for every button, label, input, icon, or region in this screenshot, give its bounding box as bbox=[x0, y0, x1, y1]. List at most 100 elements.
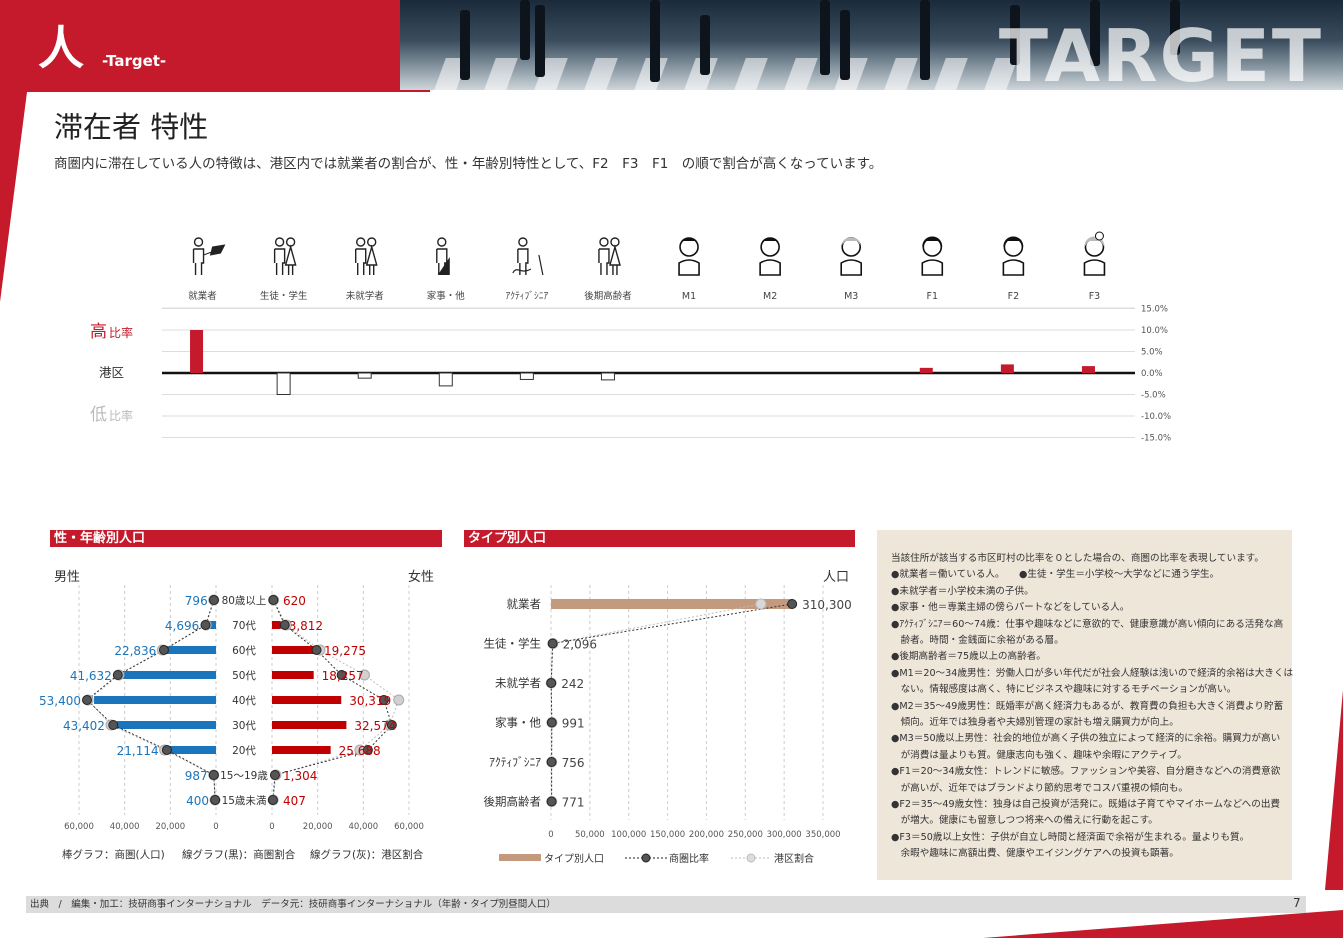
pyramid-female-bar bbox=[272, 696, 342, 704]
note-line: が増大。健康にも留意しつつ将来への備えに行動を起こす。 bbox=[891, 815, 1158, 827]
f3-icon bbox=[1083, 231, 1106, 276]
page-title: 滞在者 特性 bbox=[54, 110, 209, 144]
typepop-chart: 人口 0 50,000 100,000 150,000 200,000 250,000 300… bbox=[484, 570, 852, 865]
pyramid-female-tick: 20,000 bbox=[303, 822, 333, 832]
typepop-black-point bbox=[546, 678, 557, 688]
pyramid-female-value: 3,812 bbox=[289, 619, 323, 633]
typepop-legend-black: 商圏比率 bbox=[669, 852, 709, 865]
typepop-black-point bbox=[547, 638, 558, 649]
pyramid-male-bar bbox=[167, 746, 216, 754]
note-line: ●M1＝20〜34歳男性：労働人口が多い年代だが社会人経験は浅いので経済的余裕は… bbox=[891, 667, 1294, 679]
typepop-category-label: 後期高齢者 bbox=[484, 795, 542, 809]
pyramid-age-label: 40代 bbox=[232, 695, 256, 707]
pyramid-female-value: 620 bbox=[283, 594, 306, 608]
pyramid-male-value: 21,114 bbox=[117, 744, 159, 758]
typepop-tick: 200,000 bbox=[689, 830, 724, 840]
male-label: 男性 bbox=[54, 570, 80, 585]
ratio-category-label: 後期高齢者 bbox=[584, 290, 632, 302]
pyramid-female-value: 407 bbox=[283, 794, 306, 808]
m2-icon bbox=[759, 237, 781, 276]
typepop-header: タイプ別人口 bbox=[464, 530, 855, 547]
elderly-icon bbox=[598, 237, 621, 275]
pyramid-male-tick: 20,000 bbox=[155, 822, 185, 832]
ratio-tick-label: 5.0% bbox=[1141, 348, 1163, 358]
ratio-low-suffix: 比率 bbox=[109, 408, 133, 423]
typepop-black-point bbox=[546, 757, 557, 767]
pyramid-male-tick: 40,000 bbox=[110, 822, 140, 832]
typepop-black-point bbox=[546, 717, 557, 728]
note-line: ●ｱｸﾃｨﾌﾞｼﾆｱ＝60〜74歳：仕事や趣味などに意欲的で、健康意識が高い傾向… bbox=[891, 618, 1284, 630]
pyramid-female-value: 18,257 bbox=[322, 669, 364, 683]
typepop-category-label: ｱｸﾃｨﾌﾞｼﾆｱ bbox=[489, 755, 541, 769]
pyramid-female-value: 25,688 bbox=[339, 744, 381, 758]
note-line: 齢者。時間・金銭面に余裕がある層。 bbox=[891, 635, 1064, 646]
pyramid-female-bar bbox=[272, 671, 314, 679]
pyramid-black-point bbox=[161, 745, 172, 755]
pyramid-male-bar bbox=[94, 696, 216, 704]
pyramid-black-point bbox=[112, 670, 123, 680]
typepop-value: 756 bbox=[562, 756, 585, 770]
worker-icon bbox=[192, 237, 226, 275]
typepop-tick: 350,000 bbox=[805, 830, 840, 840]
ratio-category-label: 生徒・学生 bbox=[260, 290, 308, 302]
ratio-bar bbox=[190, 330, 204, 373]
pyramid-age-label: 15〜19歳 bbox=[220, 770, 268, 782]
pyramid-male-value: 4,696 bbox=[165, 619, 199, 633]
ratio-category-label: 未就学者 bbox=[346, 290, 384, 302]
ratio-tick-label: -5.0% bbox=[1141, 391, 1166, 401]
note-line: ●就業者＝働いている人。 ●生徒・学生＝小学校〜大学などに通う学生。 bbox=[891, 569, 1220, 581]
section-sub: -Target- bbox=[102, 52, 167, 70]
m3-icon bbox=[840, 237, 863, 276]
ratio-chart: 15.0%10.0%5.0%0.0%-5.0%-10.0%-15.0%高 比率港区… bbox=[90, 231, 1171, 444]
pyramid-black-point bbox=[311, 645, 322, 655]
ratio-category-label: 家事・他 bbox=[427, 290, 466, 302]
note-line: 余暇や趣味に高額出費、健康やエイジングケアへの投資も顕著。 bbox=[891, 848, 1179, 860]
ratio-bar bbox=[357, 372, 372, 379]
pyramid-black-point bbox=[208, 770, 219, 780]
pyramid-chart: 男性 女性 60,000 40,000 20,000 0 0 20,000 40,000 60,0… bbox=[39, 569, 434, 861]
f1-icon bbox=[921, 236, 944, 276]
typepop-category-label: 就業者 bbox=[507, 597, 542, 611]
typepop-category-label: 未就学者 bbox=[495, 676, 541, 690]
pyramid-female-value: 1,304 bbox=[283, 769, 317, 783]
typepop-tick: 150,000 bbox=[650, 830, 685, 840]
pyramid-age-label: 30代 bbox=[232, 720, 256, 732]
ratio-tick-label: 0.0% bbox=[1141, 369, 1163, 379]
note-line: ●未就学者＝小学校未満の子供。 bbox=[891, 585, 1034, 597]
page-number: 7 bbox=[1293, 896, 1301, 910]
page-subtitle: 商圏内に滞在している人の特徴は、港区内では就業者の割合が、性・年齢別特性として、… bbox=[54, 156, 883, 172]
pyramid-black-point bbox=[268, 595, 279, 605]
typepop-value: 2,096 bbox=[563, 638, 597, 652]
pyramid-age-label: 50代 bbox=[232, 670, 256, 682]
pyramid-age-label: 60代 bbox=[232, 645, 256, 657]
pyramid-female-tick: 0 bbox=[269, 822, 274, 832]
ratio-category-label: ｱｸﾃｨﾌﾞｼﾆｱ bbox=[505, 291, 548, 302]
ratio-bar bbox=[919, 367, 933, 373]
pyramid-female-bar bbox=[272, 746, 331, 754]
typepop-tick: 50,000 bbox=[575, 830, 605, 840]
ratio-category-label: F1 bbox=[927, 291, 939, 302]
pyramid-age-label: 70代 bbox=[232, 620, 256, 632]
f2-icon bbox=[1002, 236, 1025, 276]
note-line: ●M2＝35〜49歳男性：既婚率が高く経済力もあるが、教育費の負担も大きく消費よ… bbox=[891, 700, 1284, 712]
typepop-value: 771 bbox=[562, 796, 585, 810]
ratio-category-label: M3 bbox=[844, 291, 858, 302]
pyramid-male-tick: 60,000 bbox=[64, 822, 94, 832]
pyramid-male-value: 400 bbox=[186, 794, 209, 808]
typepop-unit: 人口 bbox=[823, 570, 849, 585]
pyramid-black-point bbox=[210, 795, 221, 805]
typepop-legend-gray-point bbox=[746, 853, 756, 863]
note-line: ●F1＝20〜34歳女性：トレンドに敏感。ファッションや美容、自分磨きなどへの消… bbox=[891, 766, 1281, 778]
typepop-legend-bar-swatch bbox=[499, 854, 541, 861]
pyramid-female-value: 19,275 bbox=[324, 644, 366, 658]
pyramid-male-tick: 0 bbox=[213, 822, 218, 832]
typepop-black-line bbox=[550, 603, 793, 802]
typepop-value: 310,300 bbox=[802, 598, 852, 612]
pyramid-black-point bbox=[158, 645, 169, 655]
side-decoration bbox=[1325, 690, 1343, 890]
ratio-category-label: M1 bbox=[682, 291, 696, 302]
header-photo: TARGET bbox=[400, 0, 1343, 90]
note-line: ない。情報感度は高く、特にビジネスや趣味に対するモチベーションが高い。 bbox=[891, 684, 1237, 696]
pyramid-age-label: 80歳以上 bbox=[222, 595, 267, 607]
pyramid-female-tick: 40,000 bbox=[348, 822, 378, 832]
